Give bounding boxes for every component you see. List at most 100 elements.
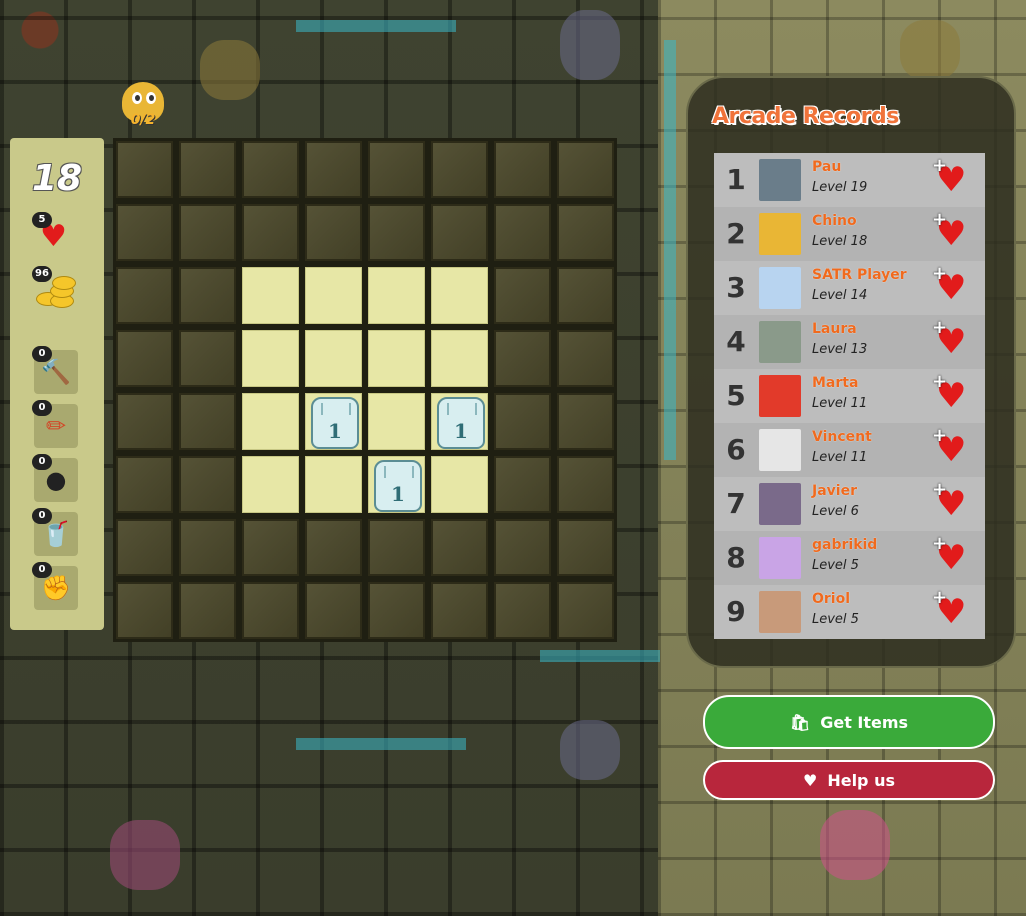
board-cell-open[interactable]: [431, 456, 488, 513]
board-cell-hidden[interactable]: [557, 456, 614, 513]
player-avatar[interactable]: [759, 159, 801, 201]
board-cell-hidden[interactable]: [305, 141, 362, 198]
player-name[interactable]: Chino: [812, 213, 857, 229]
board-cell-hidden[interactable]: [557, 204, 614, 261]
board-cell-hidden[interactable]: [494, 330, 551, 387]
board-cell-hidden[interactable]: [494, 393, 551, 450]
send-heart-button[interactable]: ♥ +: [932, 263, 972, 307]
player-name[interactable]: Pau: [812, 159, 841, 175]
board-cell-hidden[interactable]: [242, 141, 299, 198]
send-heart-button[interactable]: ♥ +: [932, 317, 972, 361]
board-cell-open[interactable]: 1: [305, 393, 362, 450]
board-cell-open[interactable]: [242, 393, 299, 450]
board-cell-open[interactable]: [242, 267, 299, 324]
send-heart-button[interactable]: ♥ +: [932, 479, 972, 523]
board-cell-hidden[interactable]: [494, 141, 551, 198]
player-avatar[interactable]: [759, 267, 801, 309]
board-cell-hidden[interactable]: [179, 519, 236, 576]
board-cell-hidden[interactable]: [368, 582, 425, 639]
board-cell-hidden[interactable]: [557, 393, 614, 450]
player-name[interactable]: Laura: [812, 321, 857, 337]
board-cell-open[interactable]: 1: [368, 456, 425, 513]
plus-icon: +: [932, 533, 948, 554]
record-row: 4 Laura Level 13 ♥ +: [714, 315, 985, 369]
board-cell-hidden[interactable]: [305, 582, 362, 639]
board-cell-open[interactable]: [305, 330, 362, 387]
player-name[interactable]: Vincent: [812, 429, 872, 445]
board-cell-open[interactable]: [431, 267, 488, 324]
board-cell-hidden[interactable]: [431, 519, 488, 576]
fist-item-button[interactable]: ✊ 0: [32, 562, 78, 610]
send-heart-button[interactable]: ♥ +: [932, 425, 972, 469]
board-cell-hidden[interactable]: [368, 519, 425, 576]
board-cell-hidden[interactable]: [116, 204, 173, 261]
send-heart-button[interactable]: ♥ +: [932, 155, 972, 199]
player-name[interactable]: gabrikid: [812, 537, 877, 553]
player-avatar[interactable]: [759, 375, 801, 417]
board-cell-hidden[interactable]: [116, 330, 173, 387]
board-cell-hidden[interactable]: [242, 204, 299, 261]
board-cell-open[interactable]: [242, 330, 299, 387]
board-cell-hidden[interactable]: [116, 519, 173, 576]
send-heart-button[interactable]: ♥ +: [932, 587, 972, 631]
board-cell-hidden[interactable]: [431, 141, 488, 198]
board-cell-hidden[interactable]: [494, 519, 551, 576]
board-cell-hidden[interactable]: [116, 582, 173, 639]
player-avatar[interactable]: [759, 429, 801, 471]
board-cell-hidden[interactable]: [557, 141, 614, 198]
board-cell-open[interactable]: [431, 330, 488, 387]
board-cell-open[interactable]: [368, 330, 425, 387]
board-cell-hidden[interactable]: [368, 141, 425, 198]
board-cell-hidden[interactable]: [179, 330, 236, 387]
hammer-item-button[interactable]: 🔨 0: [32, 346, 78, 394]
player-avatar[interactable]: [759, 321, 801, 363]
board-cell-hidden[interactable]: [116, 141, 173, 198]
board-cell-hidden[interactable]: [116, 393, 173, 450]
board-cell-hidden[interactable]: [557, 267, 614, 324]
player-avatar[interactable]: [759, 483, 801, 525]
board-cell-hidden[interactable]: [179, 267, 236, 324]
board-cell-open[interactable]: [305, 267, 362, 324]
board-cell-hidden[interactable]: [242, 519, 299, 576]
board-cell-open[interactable]: [368, 393, 425, 450]
board-cell-open[interactable]: [368, 267, 425, 324]
board-cell-hidden[interactable]: [494, 582, 551, 639]
get-items-button[interactable]: 🛍 Get Items: [703, 695, 995, 749]
board-cell-hidden[interactable]: [494, 456, 551, 513]
board-cell-hidden[interactable]: [179, 141, 236, 198]
send-heart-button[interactable]: ♥ +: [932, 371, 972, 415]
player-avatar[interactable]: [759, 213, 801, 255]
board-cell-hidden[interactable]: [305, 519, 362, 576]
board-cell-hidden[interactable]: [557, 519, 614, 576]
board-cell-hidden[interactable]: [557, 330, 614, 387]
player-name[interactable]: Oriol: [812, 591, 850, 607]
send-heart-button[interactable]: ♥ +: [932, 209, 972, 253]
send-heart-button[interactable]: ♥ +: [932, 533, 972, 577]
board-cell-hidden[interactable]: [494, 204, 551, 261]
board-cell-hidden[interactable]: [242, 582, 299, 639]
drink-item-button[interactable]: 🥤 0: [32, 508, 78, 556]
pencil-item-button[interactable]: ✏ 0: [32, 400, 78, 448]
player-avatar[interactable]: [759, 591, 801, 633]
board-cell-open[interactable]: [305, 456, 362, 513]
board-cell-hidden[interactable]: [179, 582, 236, 639]
player-name[interactable]: Javier: [812, 483, 857, 499]
board-cell-hidden[interactable]: [179, 204, 236, 261]
board-cell-hidden[interactable]: [431, 204, 488, 261]
board-cell-hidden[interactable]: [557, 582, 614, 639]
player-name[interactable]: Marta: [812, 375, 858, 391]
board-cell-open[interactable]: 1: [431, 393, 488, 450]
board-cell-open[interactable]: [242, 456, 299, 513]
board-cell-hidden[interactable]: [116, 267, 173, 324]
board-cell-hidden[interactable]: [179, 393, 236, 450]
board-cell-hidden[interactable]: [368, 204, 425, 261]
board-cell-hidden[interactable]: [305, 204, 362, 261]
board-cell-hidden[interactable]: [431, 582, 488, 639]
help-us-button[interactable]: ♥ Help us: [703, 760, 995, 800]
player-avatar[interactable]: [759, 537, 801, 579]
board-cell-hidden[interactable]: [116, 456, 173, 513]
player-name[interactable]: SATR Player: [812, 267, 907, 283]
bomb-item-button[interactable]: ● 0: [32, 454, 78, 502]
board-cell-hidden[interactable]: [494, 267, 551, 324]
board-cell-hidden[interactable]: [179, 456, 236, 513]
